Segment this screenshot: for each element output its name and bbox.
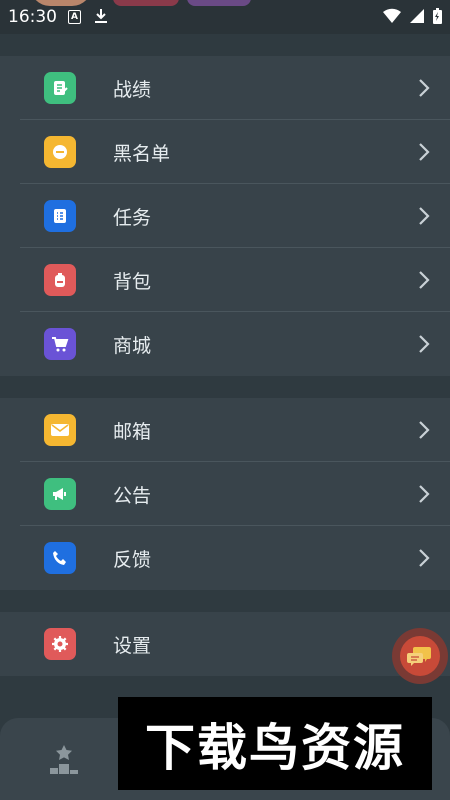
menu-group-2: 邮箱 公告 反馈	[0, 398, 450, 590]
status-bar: 16:30 A	[0, 0, 450, 34]
avatar	[30, 0, 92, 6]
phone-icon	[44, 542, 76, 574]
menu-group-3: 设置	[0, 612, 450, 676]
chevron-right-icon	[418, 548, 430, 572]
menu-item-backpack[interactable]: 背包	[0, 248, 450, 312]
chevron-right-icon	[418, 78, 430, 102]
menu-item-shop[interactable]: 商城	[0, 312, 450, 376]
menu-item-tasks[interactable]: 任务	[0, 184, 450, 248]
backpack-icon	[44, 264, 76, 296]
cart-icon	[44, 328, 76, 360]
top-tag	[113, 0, 179, 6]
download-icon	[94, 8, 108, 28]
menu-item-label: 背包	[113, 271, 152, 293]
menu-item-label: 公告	[113, 485, 152, 507]
megaphone-icon	[44, 478, 76, 510]
block-icon	[44, 136, 76, 168]
chevron-right-icon	[418, 420, 430, 444]
status-time: 16:30	[8, 7, 57, 27]
menu-item-record[interactable]: 战绩	[0, 56, 450, 120]
battery-icon	[433, 8, 442, 28]
chevron-right-icon	[418, 270, 430, 294]
wifi-icon	[383, 8, 401, 28]
menu-item-label: 邮箱	[113, 421, 152, 443]
leaderboard-icon[interactable]	[50, 744, 78, 778]
menu-item-label: 黑名单	[113, 143, 171, 165]
chevron-right-icon	[418, 142, 430, 166]
settings-icon	[44, 628, 76, 660]
menu-item-label: 商城	[113, 335, 152, 357]
menu-item-label: 设置	[113, 635, 152, 657]
chevron-right-icon	[418, 206, 430, 230]
chat-float-button[interactable]	[392, 628, 450, 686]
watermark-text: 下载鸟资源	[145, 718, 405, 777]
mail-icon	[44, 414, 76, 446]
menu-item-mail[interactable]: 邮箱	[0, 398, 450, 462]
menu-item-label: 反馈	[113, 549, 152, 571]
menu-item-settings[interactable]: 设置	[0, 612, 450, 676]
menu-item-label: 任务	[113, 207, 152, 229]
task-list-icon	[44, 200, 76, 232]
scoreboard-icon	[44, 72, 76, 104]
top-tag	[187, 0, 251, 6]
menu-group-1: 战绩 黑名单 任务 背包 商城	[0, 56, 450, 376]
menu-item-announcement[interactable]: 公告	[0, 462, 450, 526]
watermark-banner: 下载鸟资源	[118, 697, 432, 790]
chat-bubble-icon	[400, 636, 440, 676]
menu-item-feedback[interactable]: 反馈	[0, 526, 450, 590]
a-notification-icon: A	[68, 10, 81, 24]
chevron-right-icon	[418, 334, 430, 358]
chevron-right-icon	[418, 484, 430, 508]
cell-signal-icon	[409, 8, 425, 28]
menu-item-blacklist[interactable]: 黑名单	[0, 120, 450, 184]
menu-item-label: 战绩	[113, 79, 152, 101]
